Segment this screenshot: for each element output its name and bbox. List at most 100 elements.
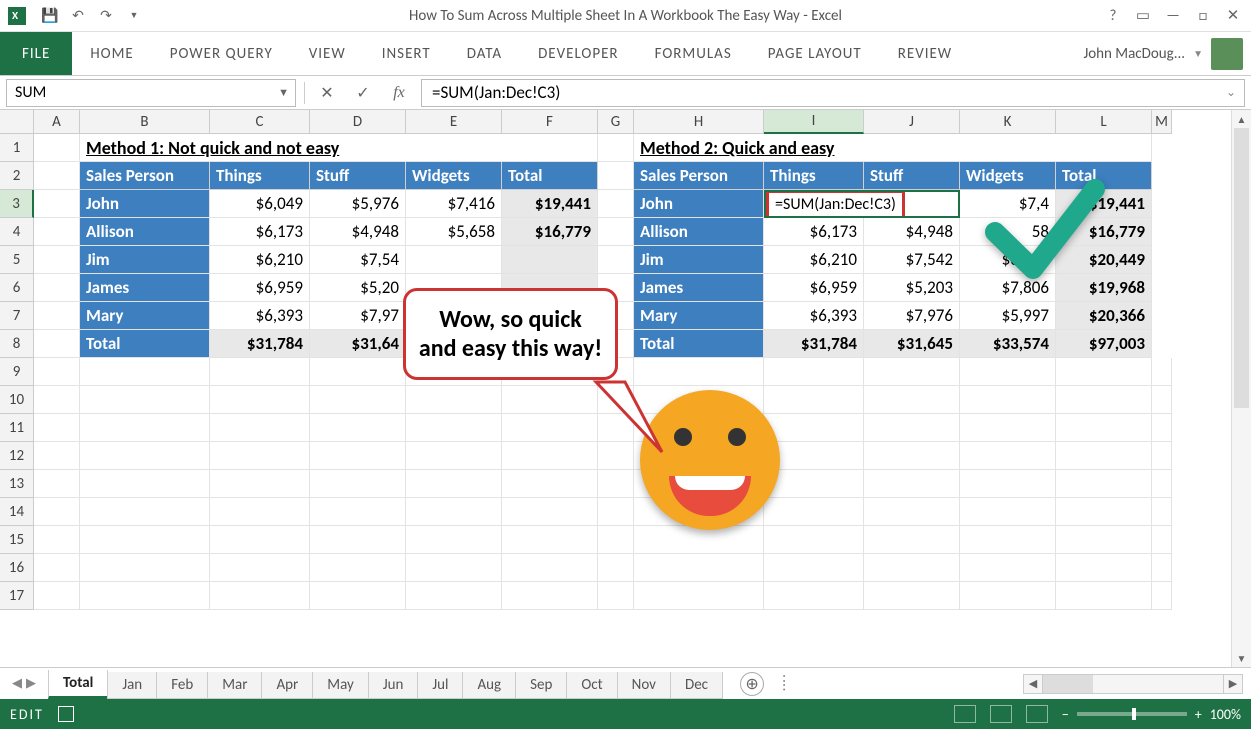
table1-total-2[interactable] (502, 246, 598, 274)
horizontal-scrollbar[interactable]: ◀ ▶ (1023, 674, 1243, 694)
col-header-G[interactable]: G (598, 110, 634, 134)
cell[interactable] (34, 470, 80, 498)
page-layout-view-icon[interactable] (990, 705, 1012, 723)
row-header-8[interactable]: 8 (0, 330, 34, 358)
cell[interactable] (502, 414, 598, 442)
table1-header-3[interactable]: Widgets (406, 162, 502, 190)
user-account[interactable]: John MacDoug... ▼ (1083, 32, 1243, 75)
cell[interactable] (1056, 554, 1152, 582)
name-box[interactable]: SUM ▼ (6, 79, 296, 107)
cell[interactable] (960, 470, 1056, 498)
cell[interactable] (210, 414, 310, 442)
cell[interactable] (864, 358, 960, 386)
cell[interactable] (406, 582, 502, 610)
table2-name-3[interactable]: James (634, 274, 764, 302)
cell[interactable] (34, 442, 80, 470)
cell[interactable] (960, 358, 1056, 386)
cell[interactable] (210, 470, 310, 498)
cell[interactable] (310, 498, 406, 526)
cell[interactable] (210, 554, 310, 582)
sheet-tab-sep[interactable]: Sep (515, 672, 567, 699)
table1-stuff-1[interactable]: $4,948 (310, 218, 406, 246)
cell[interactable] (210, 498, 310, 526)
cell[interactable] (864, 470, 960, 498)
sheet-tab-mar[interactable]: Mar (207, 672, 262, 699)
table1-name-0[interactable]: John (80, 190, 210, 218)
sheet-tab-oct[interactable]: Oct (566, 672, 617, 699)
table1-header-0[interactable]: Sales Person (80, 162, 210, 190)
row-header-10[interactable]: 10 (0, 386, 34, 414)
cell[interactable] (864, 442, 960, 470)
cell[interactable] (502, 554, 598, 582)
cell[interactable] (960, 414, 1056, 442)
cell[interactable] (310, 554, 406, 582)
insert-function-icon[interactable]: fx (385, 79, 413, 107)
col-header-E[interactable]: E (406, 110, 502, 134)
cell[interactable] (864, 386, 960, 414)
table2-totals-things[interactable]: $31,784 (764, 330, 864, 358)
cell[interactable] (310, 526, 406, 554)
page-break-view-icon[interactable] (1026, 705, 1048, 723)
cell[interactable] (34, 162, 80, 190)
row-header-16[interactable]: 16 (0, 554, 34, 582)
hscroll-left-icon[interactable]: ◀ (1023, 674, 1043, 694)
cell[interactable] (80, 498, 210, 526)
minimize-icon[interactable]: — (1161, 4, 1185, 28)
row-header-12[interactable]: 12 (0, 442, 34, 470)
cell[interactable] (598, 246, 634, 274)
cell[interactable] (1056, 498, 1152, 526)
sheet-tab-aug[interactable]: Aug (462, 672, 516, 699)
cell[interactable] (502, 526, 598, 554)
formula-cell[interactable]: =SUM(Jan:Dec!C3) (764, 190, 960, 218)
table2-totals-total[interactable]: $97,003 (1056, 330, 1152, 358)
zoom-out-icon[interactable]: − (1062, 706, 1069, 723)
qat-dropdown-icon[interactable]: ▼ (124, 6, 144, 26)
cell[interactable] (634, 554, 764, 582)
table2-name-4[interactable]: Mary (634, 302, 764, 330)
table2-header-2[interactable]: Stuff (864, 162, 960, 190)
cell[interactable] (80, 526, 210, 554)
cell[interactable] (34, 302, 80, 330)
cell[interactable] (1056, 414, 1152, 442)
table1-widgets-0[interactable]: $7,416 (406, 190, 502, 218)
cell[interactable] (502, 582, 598, 610)
cell[interactable] (960, 582, 1056, 610)
table2-stuff-1[interactable]: $4,948 (864, 218, 960, 246)
col-header-K[interactable]: K (960, 110, 1056, 134)
table2-stuff-4[interactable]: $7,976 (864, 302, 960, 330)
cell[interactable] (80, 414, 210, 442)
tab-review[interactable]: REVIEW (880, 32, 970, 75)
enter-formula-icon[interactable]: ✓ (349, 79, 377, 107)
row-header-9[interactable]: 9 (0, 358, 34, 386)
table1-totals-things[interactable]: $31,784 (210, 330, 310, 358)
cell[interactable] (1152, 554, 1172, 582)
table1-header-2[interactable]: Stuff (310, 162, 406, 190)
cell[interactable] (960, 498, 1056, 526)
cell[interactable] (864, 554, 960, 582)
cell[interactable] (1152, 526, 1172, 554)
cell[interactable] (34, 554, 80, 582)
cell[interactable] (34, 274, 80, 302)
cell[interactable] (406, 442, 502, 470)
cell[interactable] (1152, 358, 1172, 386)
cell[interactable] (34, 330, 80, 358)
cell[interactable] (1056, 386, 1152, 414)
cell[interactable] (502, 442, 598, 470)
table2-totals-widgets[interactable]: $33,574 (960, 330, 1056, 358)
cell[interactable] (210, 526, 310, 554)
cell[interactable] (598, 470, 634, 498)
cell[interactable] (598, 498, 634, 526)
tab-home[interactable]: HOME (72, 32, 151, 75)
table1-things-0[interactable]: $6,049 (210, 190, 310, 218)
cell[interactable] (80, 554, 210, 582)
cell[interactable] (210, 442, 310, 470)
cell[interactable] (406, 526, 502, 554)
table1-stuff-3[interactable]: $5,20 (310, 274, 406, 302)
cell[interactable] (598, 190, 634, 218)
cell[interactable] (34, 414, 80, 442)
col-header-I[interactable]: I (764, 110, 864, 134)
cell[interactable] (310, 386, 406, 414)
cell[interactable] (634, 526, 764, 554)
table1-total-label[interactable]: Total (80, 330, 210, 358)
maximize-icon[interactable]: □ (1191, 4, 1215, 28)
